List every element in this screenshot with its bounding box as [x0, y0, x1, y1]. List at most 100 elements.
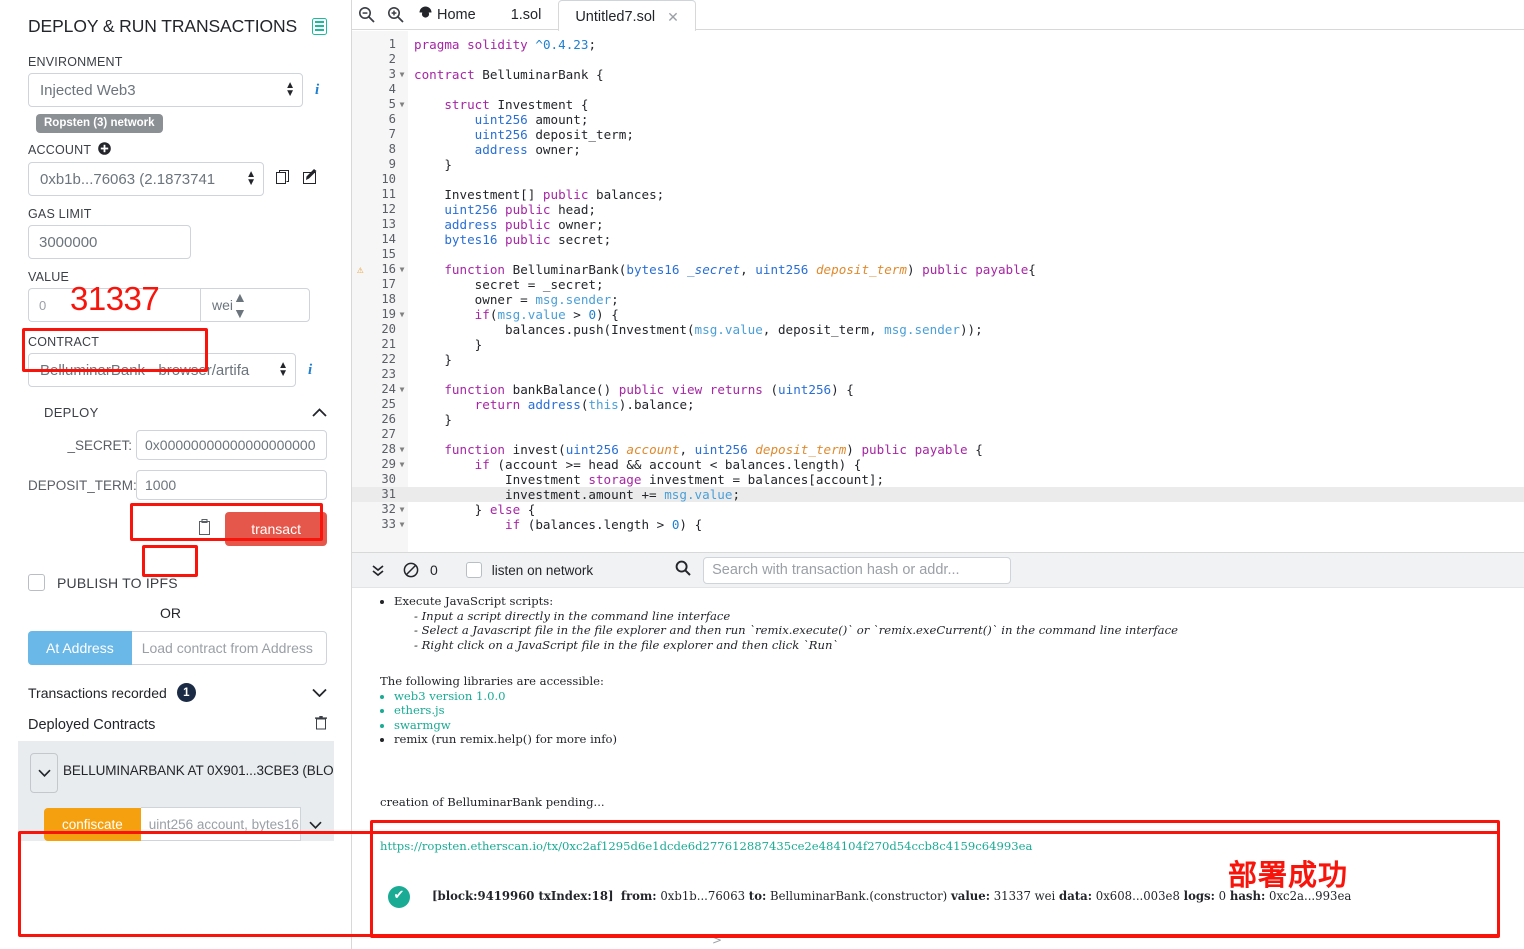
line-number: 31: [381, 487, 396, 501]
param-secret-row: _SECRET: 0x00000000000000000000: [0, 430, 351, 460]
contract-select[interactable]: BelluminarBank - browser/artifa ▲ ▼: [28, 353, 296, 387]
value-unit-select[interactable]: wei ▲ ▼: [200, 288, 310, 322]
chevron-down-icon[interactable]: [312, 685, 327, 700]
contract-label: CONTRACT: [28, 335, 100, 349]
line-number: 5: [388, 97, 396, 111]
at-address-input[interactable]: Load contract from Address: [131, 631, 327, 665]
code-line: 8 address owner;: [352, 142, 1524, 157]
tab-untitled7sol[interactable]: Untitled7.sol ✕: [558, 0, 696, 34]
contract-select-value: BelluminarBank - browser/artifa: [40, 361, 250, 379]
fold-toggle-icon[interactable]: ▼: [396, 457, 408, 472]
account-select[interactable]: 0xb1b...76063 (2.1873741 ▲ ▼: [28, 162, 264, 196]
code-text: address public owner;: [444, 217, 604, 232]
line-number: 29: [381, 457, 396, 471]
remix-logo-icon: [418, 5, 433, 24]
code-line: 10: [352, 172, 1524, 187]
deployed-contracts-label: Deployed Contracts: [28, 716, 156, 733]
value-row: 0 wei ▲ ▼ 31337: [0, 280, 351, 322]
line-number: 32: [381, 502, 396, 516]
line-number: 4: [388, 82, 396, 96]
close-icon[interactable]: ✕: [667, 9, 679, 26]
deploy-section-header[interactable]: DEPLOY: [44, 405, 327, 420]
code-text: if (balances.length > 0) {: [505, 517, 703, 532]
code-text: struct Investment {: [444, 97, 589, 112]
code-line: 27: [352, 427, 1524, 442]
tab-1sol[interactable]: 1.sol: [495, 0, 559, 29]
list-icon[interactable]: [312, 18, 327, 35]
code-editor[interactable]: 1 pragma solidity ^0.4.23; 2 3 ▼ contract Bel…: [352, 31, 1524, 552]
deploy-run-panel: DEPLOY & RUN TRANSACTIONS ENVIRONMENT In…: [0, 0, 352, 949]
publish-ipfs-row[interactable]: PUBLISH TO IPFS: [28, 574, 351, 591]
trash-icon[interactable]: [315, 716, 327, 733]
transactions-recorded-row[interactable]: Transactions recorded 1: [28, 683, 327, 702]
code-line: 7 uint256 deposit_term;: [352, 127, 1524, 142]
library-item[interactable]: web3 version 1.0.0: [394, 689, 1524, 704]
code-text: Investment[] public balances;: [414, 187, 665, 202]
code-line: 18 owner = msg.sender;: [352, 292, 1524, 307]
value-label: VALUE: [28, 270, 70, 284]
ban-icon[interactable]: [394, 562, 428, 578]
at-address-button[interactable]: At Address: [28, 631, 132, 665]
tx-block: [block:9419960 txIndex:18]: [432, 889, 614, 904]
etherscan-link[interactable]: https://ropsten.etherscan.io/tx/0xc2af12…: [352, 839, 1524, 854]
fold-toggle-icon[interactable]: ▼: [396, 382, 408, 397]
line-number: 24: [381, 382, 396, 396]
code-text: function bankBalance() public view retur…: [444, 382, 854, 397]
fold-toggle-icon[interactable]: ▼: [396, 307, 408, 322]
tx-to-value: BelluminarBank.(constructor): [770, 889, 948, 904]
value-annotation: 31337: [70, 280, 160, 317]
code-text: address owner;: [474, 142, 581, 157]
code-line: 12 uint256 public head;: [352, 202, 1524, 217]
fold-toggle-icon[interactable]: ▼: [396, 262, 408, 277]
code-line: 21 }: [352, 337, 1524, 352]
param-secret-input[interactable]: 0x00000000000000000000: [136, 430, 327, 460]
code-text: function BelluminarBank(bytes16 _secret,…: [444, 262, 1036, 277]
search-icon[interactable]: [675, 560, 691, 580]
line-number: 14: [381, 232, 396, 246]
gas-limit-input[interactable]: 3000000: [28, 225, 191, 259]
code-text: }: [414, 412, 452, 427]
fold-toggle-icon[interactable]: ▼: [396, 502, 408, 517]
plus-circle-icon[interactable]: [98, 142, 112, 158]
fold-toggle-icon[interactable]: ▼: [396, 517, 408, 532]
code-line: 14 bytes16 public secret;: [352, 232, 1524, 247]
deployed-contracts-row: Deployed Contracts: [28, 716, 327, 733]
fold-toggle-icon[interactable]: ▼: [396, 97, 408, 112]
tx-from-label: from:: [620, 889, 657, 904]
clipboard-icon[interactable]: [198, 519, 211, 539]
environment-select[interactable]: Injected Web3 ▲ ▼: [28, 73, 303, 107]
value-unit-text: wei: [212, 297, 234, 313]
tab-home[interactable]: Home: [410, 0, 495, 29]
library-item[interactable]: ethers.js: [394, 703, 1524, 718]
listen-on-network-label: listen on network: [491, 562, 594, 578]
chevron-up-icon[interactable]: [312, 405, 327, 420]
line-number: 15: [381, 247, 396, 261]
tx-to-label: to:: [748, 889, 767, 904]
param-deposit-term-input[interactable]: 1000: [136, 470, 327, 500]
contract-info-icon[interactable]: i: [308, 362, 312, 379]
deployed-contract-title[interactable]: BELLUMINARBANK AT 0X901...3CBE3 (BLOCKCH…: [63, 763, 334, 778]
listen-on-network-checkbox[interactable]: [465, 562, 482, 578]
zoom-out-icon[interactable]: [352, 0, 381, 29]
confiscate-button[interactable]: confiscate: [44, 807, 141, 841]
line-number: 27: [381, 427, 396, 441]
code-text: contract BelluminarBank {: [414, 67, 604, 82]
deployed-contract-toggle[interactable]: [30, 753, 58, 793]
libraries-header: The following libraries are accessible:: [380, 674, 604, 688]
transact-button[interactable]: transact: [225, 512, 327, 546]
chevron-updown-icon: ▲ ▼: [285, 80, 295, 99]
chevrons-down-icon[interactable]: [362, 563, 394, 578]
zoom-in-icon[interactable]: [381, 0, 410, 29]
gas-limit-row: 3000000: [0, 225, 351, 259]
fold-toggle-icon[interactable]: ▼: [396, 67, 408, 82]
copy-icon[interactable]: [276, 169, 291, 190]
environment-info-icon[interactable]: i: [315, 82, 319, 99]
confiscate-args-input[interactable]: uint256 account, bytes16 _s: [140, 807, 301, 841]
publish-ipfs-checkbox[interactable]: [28, 574, 45, 591]
fold-toggle-icon[interactable]: ▼: [396, 442, 408, 457]
confiscate-expand-icon[interactable]: [309, 817, 322, 832]
check-circle-icon: ✔: [388, 885, 410, 908]
library-item[interactable]: swarmgw: [394, 718, 1524, 733]
edit-icon[interactable]: [303, 168, 318, 190]
terminal-search-input[interactable]: Search with transaction hash or addr...: [703, 556, 1012, 584]
